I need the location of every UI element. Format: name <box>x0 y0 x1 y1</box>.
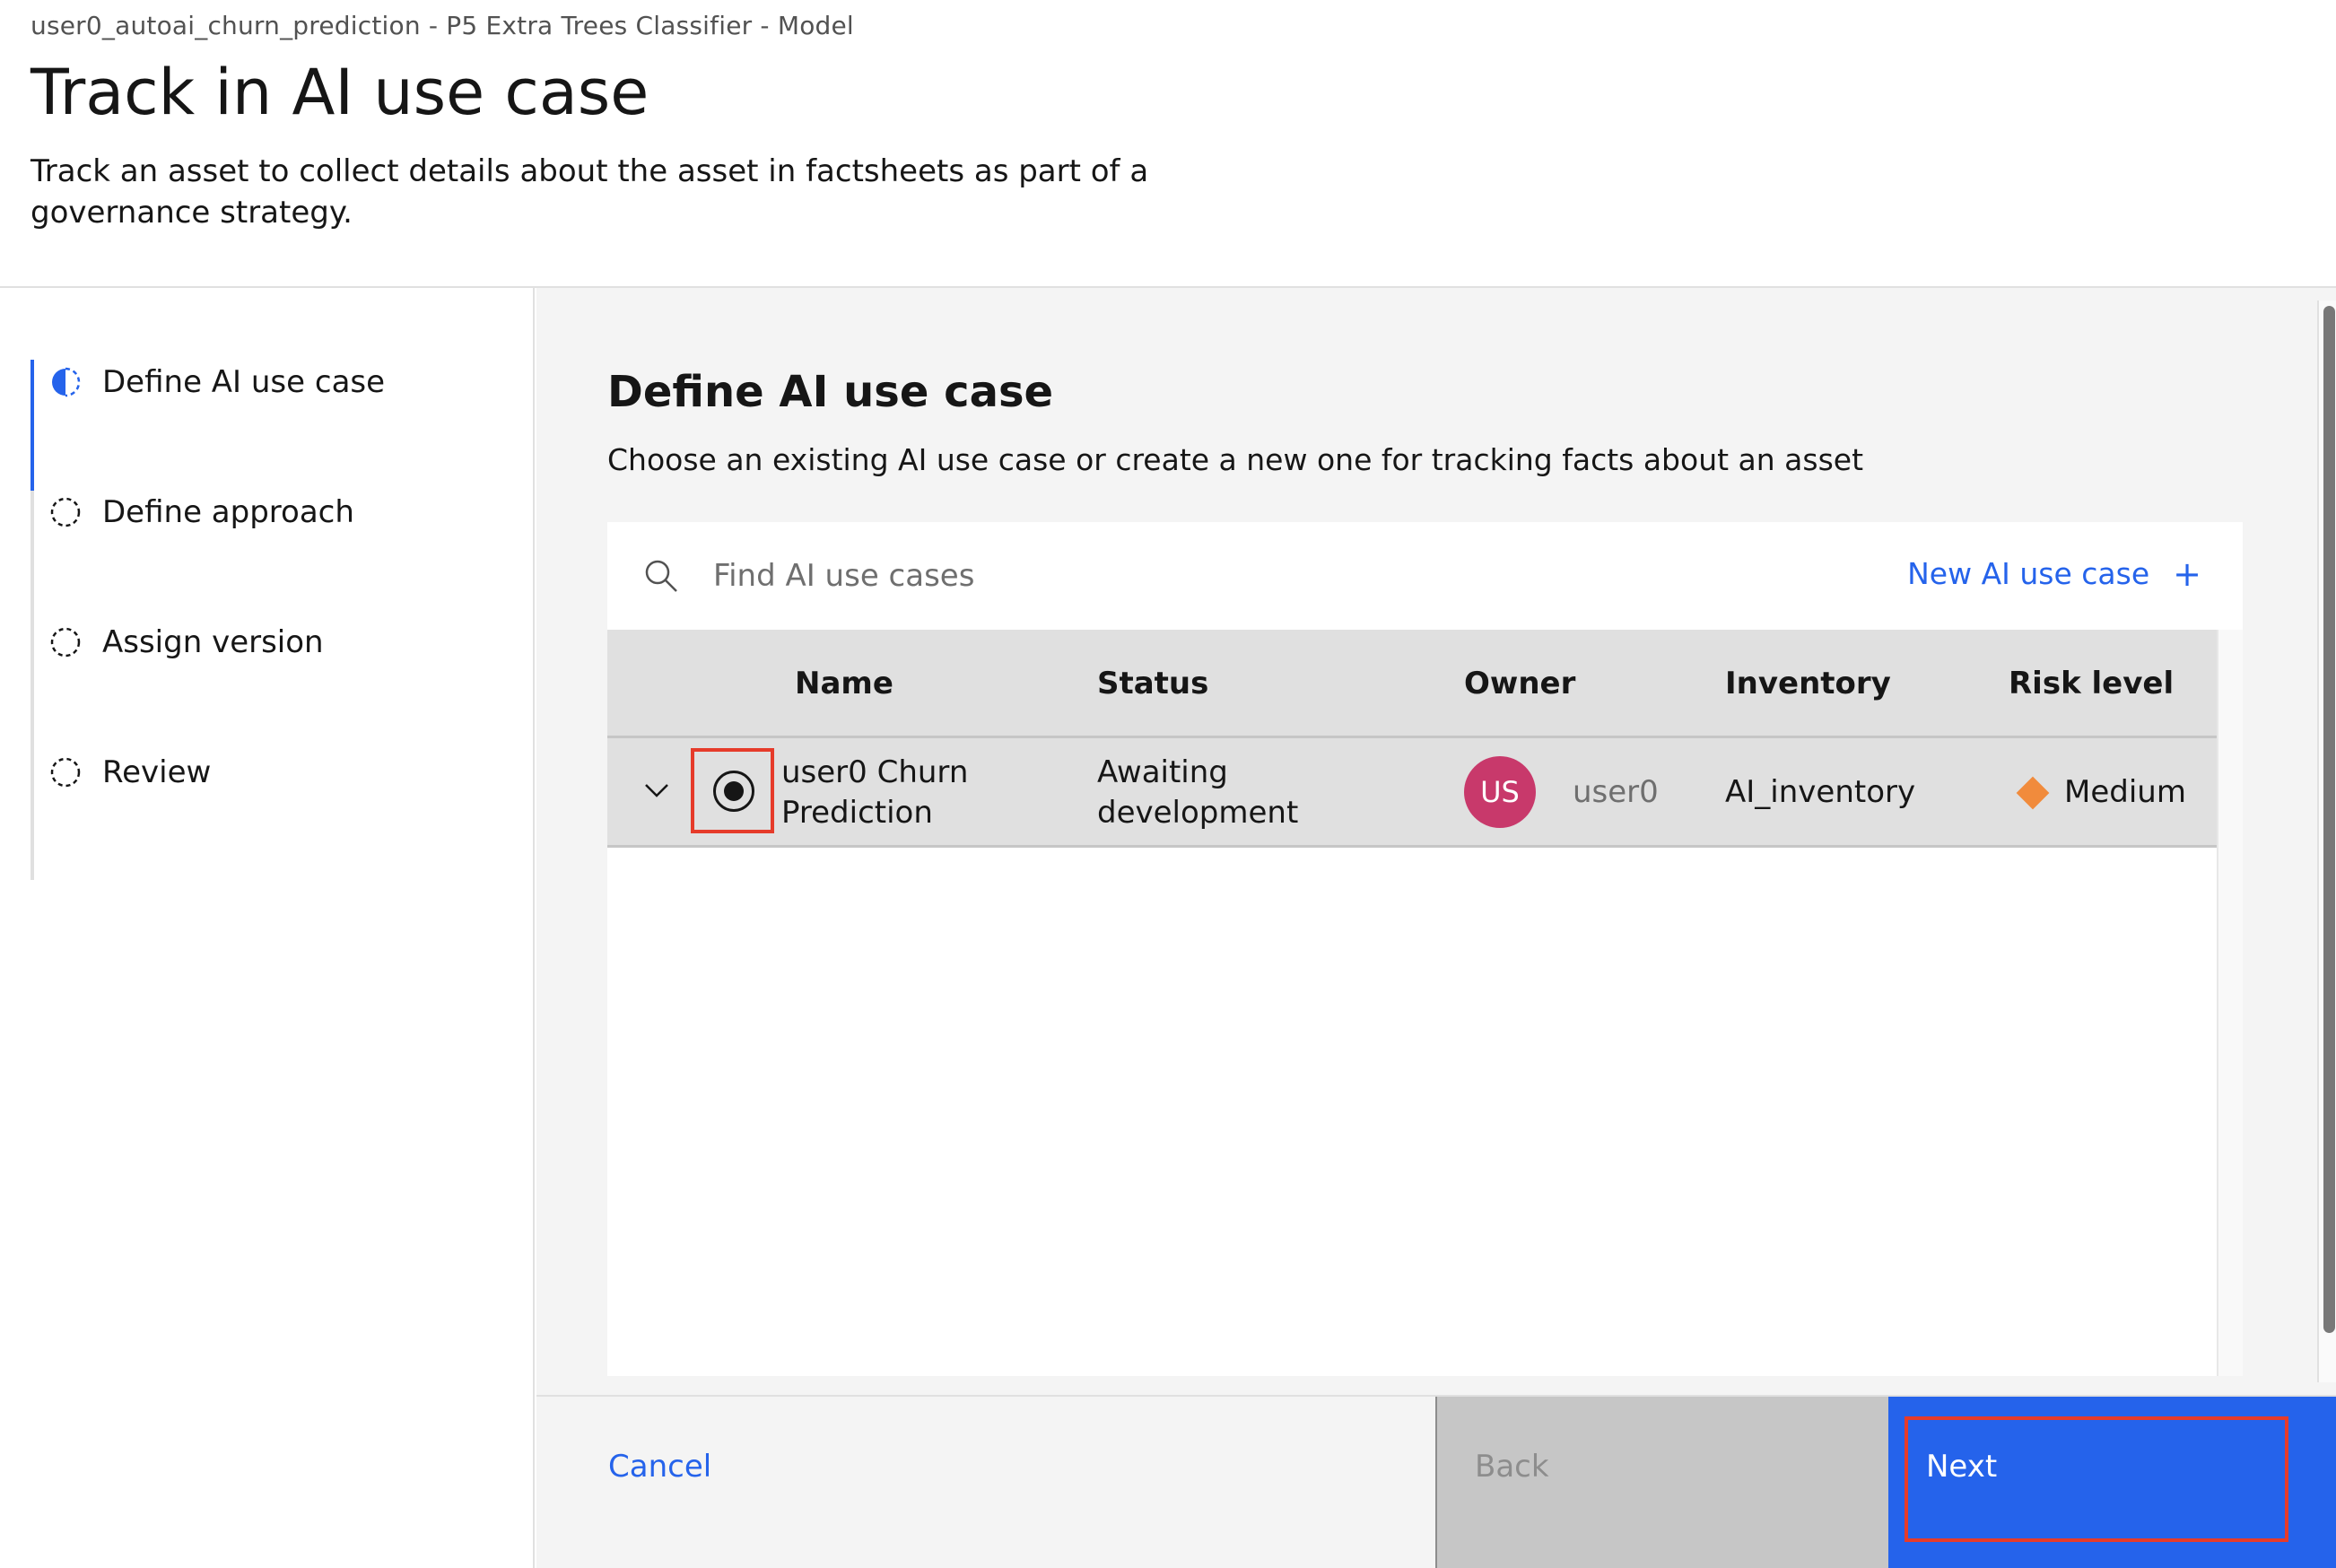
scrollbar[interactable] <box>2317 301 2336 1382</box>
next-button[interactable]: Next <box>1888 1397 2336 1568</box>
radio-selected-dot <box>724 781 744 801</box>
search-icon <box>645 560 677 592</box>
scrollbar-thumb[interactable] <box>2323 306 2335 1333</box>
column-header-risk-level[interactable]: Risk level <box>2009 666 2174 701</box>
wizard-footer: Cancel Back Next <box>536 1395 2336 1568</box>
column-header-inventory[interactable]: Inventory <box>1725 666 1891 701</box>
page-description: Track an asset to collect details about … <box>31 153 1149 231</box>
half-filled-circle-icon <box>52 367 81 397</box>
search-input[interactable] <box>713 540 1790 612</box>
step-assign-version[interactable]: Assign version <box>50 615 324 669</box>
avatar: US <box>1464 756 1536 828</box>
cell-name-line2: Prediction <box>781 795 933 831</box>
cell-name-line1: user0 Churn <box>781 754 969 790</box>
section-title: Define AI use case <box>607 367 1054 417</box>
step-label: Define approach <box>102 494 354 530</box>
cell-name: user0 Churn Prediction <box>781 753 968 833</box>
search-toolbar: New AI use case + <box>607 522 2243 630</box>
row-select-radio[interactable] <box>713 771 754 812</box>
chevron-down-icon[interactable] <box>643 781 670 799</box>
column-header-status[interactable]: Status <box>1097 666 1208 701</box>
dashed-circle-icon <box>50 757 81 788</box>
page-header: user0_autoai_churn_prediction - P5 Extra… <box>0 0 2336 288</box>
cell-risk-level: Medium <box>2064 774 2186 810</box>
cell-status-line2: development <box>1097 795 1299 831</box>
plus-icon: + <box>2173 553 2201 594</box>
cell-inventory: AI_inventory <box>1725 774 1916 810</box>
highlight-box <box>1905 1416 2288 1542</box>
column-header-owner[interactable]: Owner <box>1464 666 1575 701</box>
step-review[interactable]: Review <box>50 745 211 799</box>
step-label: Define AI use case <box>102 364 386 400</box>
progress-track-active <box>31 360 34 491</box>
step-define-approach[interactable]: Define approach <box>50 485 354 539</box>
new-ai-use-case-button[interactable]: New AI use case + <box>1907 556 2201 591</box>
risk-diamond-icon <box>2016 776 2050 810</box>
back-button[interactable]: Back <box>1435 1397 1888 1568</box>
page-title: Track in AI use case <box>31 56 649 129</box>
ai-use-case-table: Name Status Owner Inventory Risk level u… <box>607 630 2217 1376</box>
cell-status-line1: Awaiting <box>1097 754 1228 790</box>
progress-sidebar: Define AI use case Define approach Assig… <box>0 288 535 1568</box>
table-row[interactable]: user0 Churn Prediction Awaiting developm… <box>607 738 2217 848</box>
cell-status: Awaiting development <box>1097 753 1298 833</box>
step-label: Review <box>102 754 212 790</box>
table-scroll-gutter <box>2217 630 2243 1376</box>
main-panel: Define AI use case Choose an existing AI… <box>536 288 2336 1395</box>
table-header: Name Status Owner Inventory Risk level <box>607 630 2217 738</box>
column-header-name[interactable]: Name <box>795 666 893 701</box>
step-define-ai-use-case[interactable]: Define AI use case <box>50 355 385 409</box>
step-label: Assign version <box>102 624 324 660</box>
dashed-circle-icon <box>50 497 81 527</box>
section-subtitle: Choose an existing AI use case or create… <box>607 442 1864 477</box>
breadcrumb: user0_autoai_churn_prediction - P5 Extra… <box>31 11 854 40</box>
new-ai-use-case-label: New AI use case <box>1907 556 2150 591</box>
cell-owner: user0 <box>1573 774 1659 810</box>
dashed-circle-icon <box>50 627 81 658</box>
cancel-button[interactable]: Cancel <box>536 1397 1435 1568</box>
